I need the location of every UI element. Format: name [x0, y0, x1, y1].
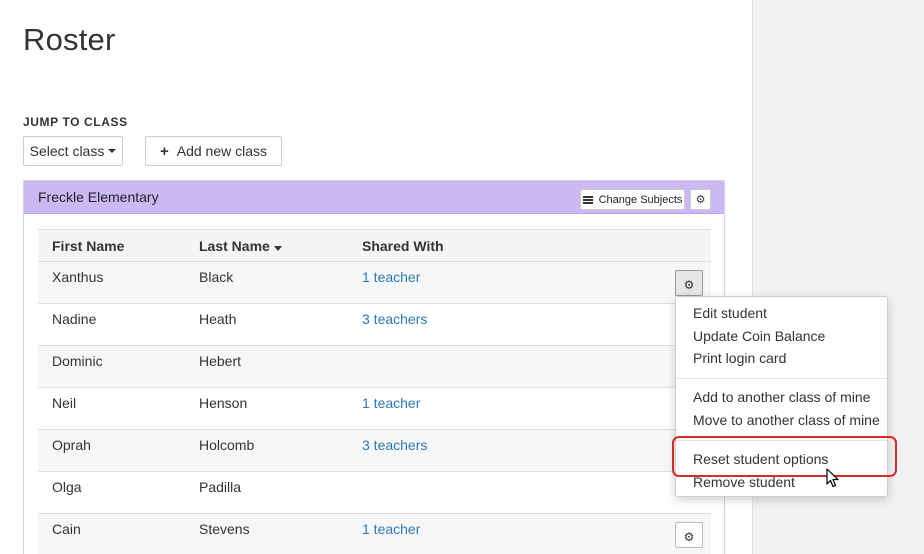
roster-table: First Name Last Name Shared With Xanthus…	[38, 229, 711, 554]
menu-divider	[676, 378, 887, 379]
gear-icon: ⚙	[683, 278, 695, 292]
menu-item-update-coin-balance[interactable]: Update Coin Balance	[693, 328, 825, 344]
first-name-cell: Xanthus	[52, 269, 104, 285]
first-name-cell: Nadine	[52, 311, 97, 327]
add-new-class-button[interactable]: + Add new class	[145, 136, 282, 166]
menu-item-add-to-another-class[interactable]: Add to another class of mine	[693, 389, 870, 405]
jump-to-class-label: JUMP TO CLASS	[23, 115, 128, 129]
table-row: Neil Henson 1 teacher	[38, 388, 711, 430]
column-header-shared-with[interactable]: Shared With	[362, 238, 444, 254]
change-subjects-button[interactable]: Change Subjects	[580, 189, 685, 210]
first-name-cell: Neil	[52, 395, 77, 411]
page-title: Roster	[23, 22, 116, 57]
menu-item-print-login-card[interactable]: Print login card	[693, 350, 786, 366]
list-icon	[582, 195, 593, 205]
shared-with-link[interactable]: 1 teacher	[362, 269, 420, 285]
class-settings-button[interactable]: ⚙	[690, 189, 711, 210]
shared-with-link[interactable]: 3 teachers	[362, 311, 427, 327]
select-class-label: Select class	[29, 143, 105, 159]
shared-with-link[interactable]: 1 teacher	[362, 521, 420, 537]
shared-with-link[interactable]: 1 teacher	[362, 395, 420, 411]
class-name: Freckle Elementary	[38, 189, 159, 205]
student-settings-button[interactable]: ⚙	[675, 270, 703, 296]
table-row: Cain Stevens 1 teacher ⚙	[38, 514, 711, 554]
caret-down-icon	[108, 149, 117, 153]
gear-icon: ⚙	[683, 530, 695, 544]
table-row: Xanthus Black 1 teacher ⚙	[38, 262, 711, 304]
main-content: Roster JUMP TO CLASS Select class + Add …	[0, 0, 752, 554]
last-name-cell: Black	[199, 269, 234, 285]
table-header: First Name Last Name Shared With	[38, 229, 711, 262]
sort-caret-icon	[273, 246, 282, 251]
mouse-pointer-icon	[826, 468, 839, 488]
column-header-first-name[interactable]: First Name	[52, 238, 124, 254]
menu-item-move-to-another-class[interactable]: Move to another class of mine	[693, 412, 880, 428]
highlight-box	[672, 436, 897, 477]
column-header-last-name[interactable]: Last Name	[199, 238, 282, 254]
shared-with-link[interactable]: 3 teachers	[362, 437, 427, 453]
last-name-cell: Heath	[199, 311, 237, 327]
select-class-dropdown[interactable]: Select class	[23, 136, 123, 166]
last-name-cell: Henson	[199, 395, 248, 411]
table-row: Oprah Holcomb 3 teachers	[38, 430, 711, 472]
plus-icon: +	[159, 142, 169, 160]
add-new-class-label: Add new class	[176, 143, 268, 159]
menu-item-edit-student[interactable]: Edit student	[693, 305, 767, 321]
table-row: Dominic Hebert	[38, 346, 711, 388]
first-name-cell: Olga	[52, 479, 82, 495]
first-name-cell: Oprah	[52, 437, 91, 453]
class-panel-header: Freckle Elementary Change Subjects ⚙	[24, 181, 724, 214]
first-name-cell: Cain	[52, 521, 81, 537]
last-name-cell: Padilla	[199, 479, 242, 495]
student-settings-button[interactable]: ⚙	[675, 522, 703, 548]
first-name-cell: Dominic	[52, 353, 103, 369]
table-row: Nadine Heath 3 teachers	[38, 304, 711, 346]
last-name-cell: Holcomb	[199, 437, 255, 453]
gear-icon: ⚙	[695, 194, 706, 206]
change-subjects-label: Change Subjects	[598, 193, 683, 206]
class-panel: Freckle Elementary Change Subjects ⚙ Fir…	[23, 180, 725, 554]
last-name-cell: Stevens	[199, 521, 250, 537]
table-row: Olga Padilla	[38, 472, 711, 514]
last-name-header-label: Last Name	[199, 238, 270, 254]
last-name-cell: Hebert	[199, 353, 242, 369]
